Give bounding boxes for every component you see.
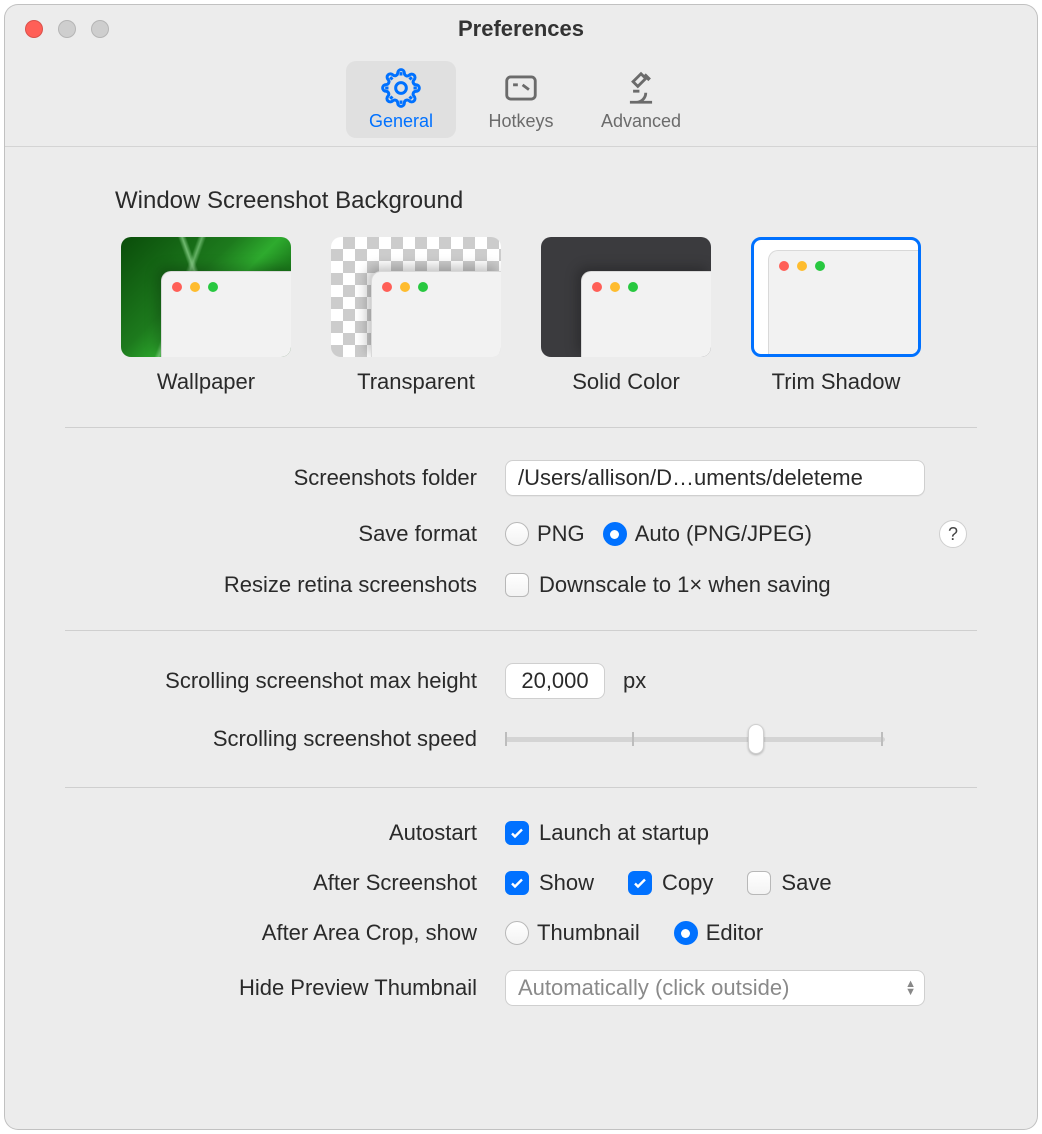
- radio-icon: [505, 921, 529, 945]
- after-save-label: Save: [781, 870, 831, 896]
- format-png-label: PNG: [537, 521, 585, 547]
- radio-icon: [674, 921, 698, 945]
- row-hide-preview: Hide Preview Thumbnail Automatically (cl…: [65, 970, 977, 1006]
- after-copy-label: Copy: [662, 870, 713, 896]
- bg-option-solid[interactable]: Solid Color: [541, 237, 711, 395]
- bg-thumb-transparent: [331, 237, 501, 357]
- scroll-speed-label: Scrolling screenshot speed: [65, 726, 505, 752]
- bg-option-trim[interactable]: Trim Shadow: [751, 237, 921, 395]
- after-crop-thumbnail-label: Thumbnail: [537, 920, 640, 946]
- row-folder: Screenshots folder /Users/allison/D…umen…: [65, 460, 977, 496]
- retina-checkbox-option[interactable]: Downscale to 1× when saving: [505, 572, 831, 598]
- format-radio-png[interactable]: PNG: [505, 521, 585, 547]
- gear-icon: [380, 67, 422, 109]
- checkbox-icon: [505, 821, 529, 845]
- row-autostart: Autostart Launch at startup: [65, 820, 977, 846]
- preferences-toolbar: General Hotkeys Advanced: [5, 53, 1037, 147]
- tab-advanced[interactable]: Advanced: [586, 61, 696, 138]
- general-pane: Window Screenshot Background Wallpaper T…: [5, 147, 1037, 1060]
- retina-option-label: Downscale to 1× when saving: [539, 572, 831, 598]
- scroll-max-label: Scrolling screenshot max height: [65, 668, 505, 694]
- retina-label: Resize retina screenshots: [65, 572, 505, 598]
- bg-option-wallpaper[interactable]: Wallpaper: [121, 237, 291, 395]
- titlebar: Preferences: [5, 5, 1037, 53]
- after-crop-editor-radio[interactable]: Editor: [674, 920, 763, 946]
- bg-label-wallpaper: Wallpaper: [157, 369, 255, 395]
- checkbox-icon: [747, 871, 771, 895]
- autostart-label: Autostart: [65, 820, 505, 846]
- folder-path-field[interactable]: /Users/allison/D…uments/deleteme: [505, 460, 925, 496]
- hide-preview-label: Hide Preview Thumbnail: [65, 975, 505, 1001]
- bg-label-transparent: Transparent: [357, 369, 475, 395]
- after-crop-editor-label: Editor: [706, 920, 763, 946]
- bg-thumb-wallpaper: [121, 237, 291, 357]
- separator: [65, 630, 977, 631]
- checkbox-icon: [628, 871, 652, 895]
- after-crop-label: After Area Crop, show: [65, 920, 505, 946]
- hide-preview-dropdown[interactable]: Automatically (click outside) ▲▼: [505, 970, 925, 1006]
- after-crop-thumbnail-radio[interactable]: Thumbnail: [505, 920, 640, 946]
- after-copy-checkbox[interactable]: Copy: [628, 870, 713, 896]
- folder-label: Screenshots folder: [65, 465, 505, 491]
- tab-advanced-label: Advanced: [601, 111, 681, 132]
- scroll-max-unit: px: [623, 668, 646, 694]
- tab-general[interactable]: General: [346, 61, 456, 138]
- row-after-crop: After Area Crop, show Thumbnail Editor: [65, 920, 977, 946]
- scroll-max-input[interactable]: [505, 663, 605, 699]
- bg-thumb-trim: [751, 237, 921, 357]
- bg-label-trim: Trim Shadow: [772, 369, 901, 395]
- autostart-option-label: Launch at startup: [539, 820, 709, 846]
- format-radio-auto[interactable]: Auto (PNG/JPEG): [603, 521, 812, 547]
- separator: [65, 427, 977, 428]
- format-help-button[interactable]: ?: [939, 520, 967, 548]
- tab-general-label: General: [369, 111, 433, 132]
- chevron-up-down-icon: ▲▼: [905, 980, 916, 996]
- format-auto-label: Auto (PNG/JPEG): [635, 521, 812, 547]
- separator: [65, 787, 977, 788]
- row-scroll-speed: Scrolling screenshot speed: [65, 723, 977, 755]
- autostart-checkbox[interactable]: Launch at startup: [505, 820, 709, 846]
- after-save-checkbox[interactable]: Save: [747, 870, 831, 896]
- bg-thumb-solid: [541, 237, 711, 357]
- scroll-speed-slider[interactable]: [505, 723, 885, 755]
- preferences-window: Preferences General Hotkeys: [4, 4, 1038, 1130]
- row-format: Save format PNG Auto (PNG/JPEG) ?: [65, 520, 977, 548]
- checkbox-icon: [505, 573, 529, 597]
- radio-icon: [505, 522, 529, 546]
- bg-options: Wallpaper Transparent Solid Color Trim S…: [65, 237, 977, 395]
- tab-hotkeys-label: Hotkeys: [488, 111, 553, 132]
- microscope-icon: [620, 67, 662, 109]
- bg-option-transparent[interactable]: Transparent: [331, 237, 501, 395]
- after-show-checkbox[interactable]: Show: [505, 870, 594, 896]
- keyboard-icon: [500, 67, 542, 109]
- window-title: Preferences: [5, 16, 1037, 42]
- checkbox-icon: [505, 871, 529, 895]
- bg-label-solid: Solid Color: [572, 369, 680, 395]
- row-scroll-max: Scrolling screenshot max height px: [65, 663, 977, 699]
- row-retina: Resize retina screenshots Downscale to 1…: [65, 572, 977, 598]
- radio-icon: [603, 522, 627, 546]
- after-label: After Screenshot: [65, 870, 505, 896]
- bg-section-title: Window Screenshot Background: [115, 187, 977, 215]
- format-label: Save format: [65, 521, 505, 547]
- row-after-screenshot: After Screenshot Show Copy: [65, 870, 977, 896]
- tab-hotkeys[interactable]: Hotkeys: [466, 61, 576, 138]
- after-show-label: Show: [539, 870, 594, 896]
